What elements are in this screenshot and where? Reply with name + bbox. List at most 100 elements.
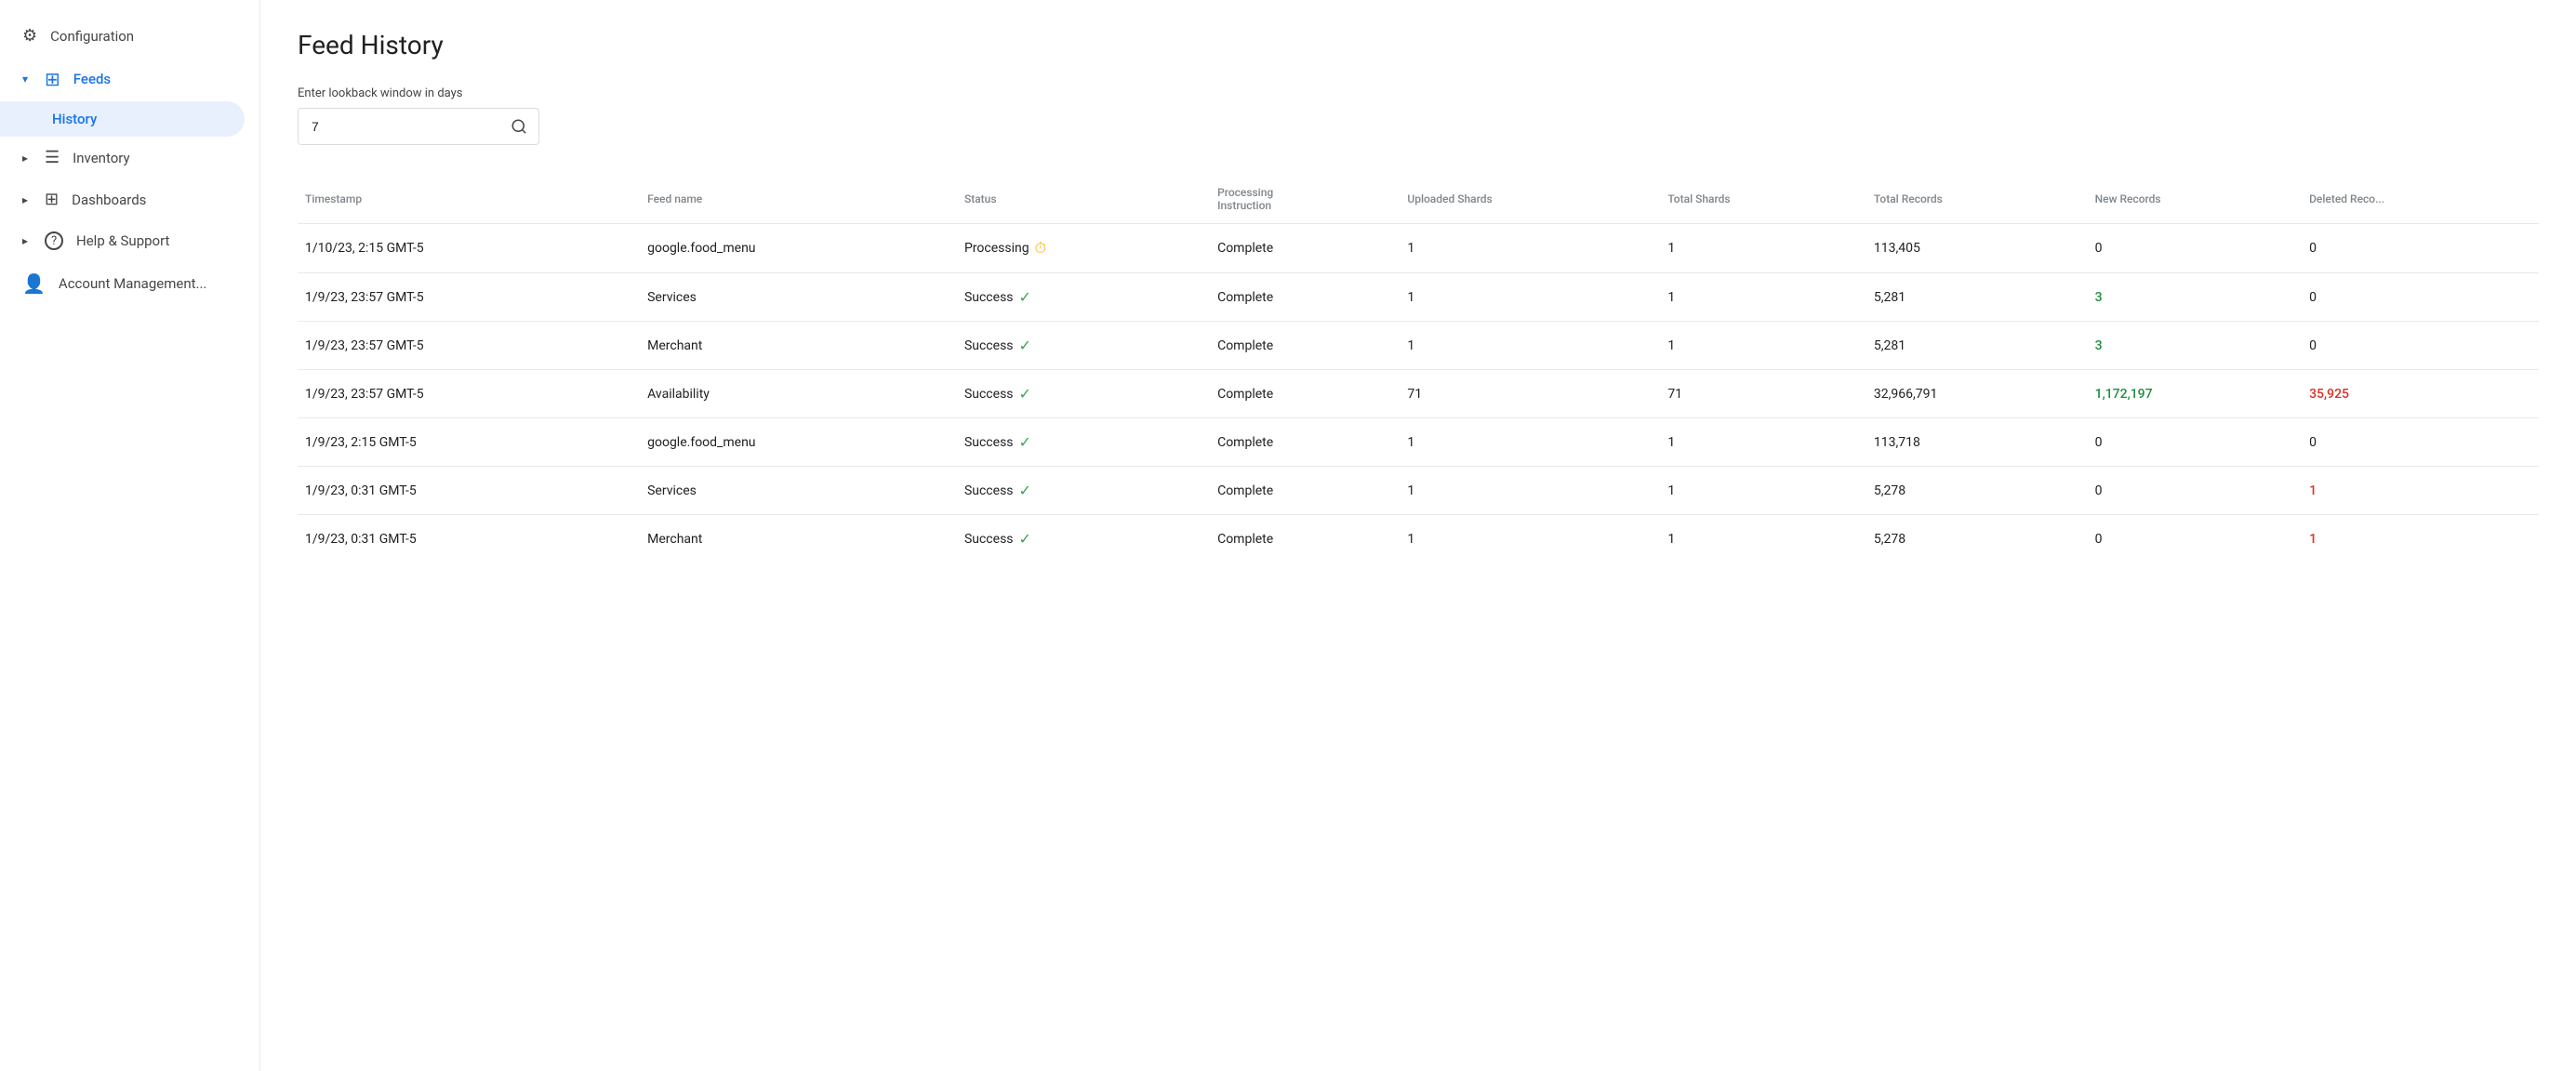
search-section: Enter lookback window in days	[298, 86, 2539, 145]
feed-history-table: Timestamp Feed name Status ProcessingIns…	[298, 175, 2539, 562]
status-text: Processing	[964, 241, 1029, 256]
cell-feed-name: Availability	[640, 370, 957, 418]
status-text: Success	[964, 387, 1014, 402]
chevron-down-icon: ▾	[22, 73, 28, 86]
table-header: Timestamp Feed name Status ProcessingIns…	[298, 175, 2539, 224]
sidebar-item-help-support-label: Help & Support	[76, 232, 169, 249]
sidebar: ⚙ Configuration ▾ ⊞ Feeds History ▸ ☰ In…	[0, 0, 260, 1071]
sidebar-item-history-label: History	[52, 111, 97, 127]
cell-feed-name: Merchant	[640, 515, 957, 563]
feeds-icon: ⊞	[45, 68, 60, 90]
inventory-icon: ☰	[45, 148, 60, 167]
cell-uploaded-shards: 1	[1400, 467, 1660, 515]
search-input[interactable]	[299, 110, 499, 143]
cell-deleted-records: 0	[2302, 418, 2539, 467]
cell-processing-instruction: Complete	[1210, 418, 1400, 467]
feed-history-table-wrapper: Timestamp Feed name Status ProcessingIns…	[298, 175, 2539, 562]
table-row: 1/9/23, 0:31 GMT-5Merchant Success ✓ Comple…	[298, 515, 2539, 563]
cell-new-records: 3	[2088, 273, 2302, 322]
search-box	[298, 108, 539, 145]
cell-total-shards: 1	[1660, 224, 1866, 273]
chevron-right-icon-2: ▸	[22, 193, 28, 206]
sidebar-item-configuration[interactable]: ⚙ Configuration	[0, 15, 259, 57]
cell-feed-name: Merchant	[640, 322, 957, 370]
chevron-right-icon: ▸	[22, 152, 28, 165]
sidebar-item-account-label: Account Management...	[59, 275, 206, 292]
sidebar-item-dashboards-label: Dashboards	[72, 192, 146, 208]
check-icon: ✓	[1019, 337, 1031, 354]
page-title: Feed History	[298, 30, 2539, 60]
table-row: 1/9/23, 23:57 GMT-5ServicesSuccess✓Compl…	[298, 273, 2539, 322]
sidebar-item-feeds[interactable]: ▾ ⊞ Feeds	[0, 57, 259, 101]
col-feed-name: Feed name	[640, 175, 957, 224]
sidebar-item-feeds-label: Feeds	[73, 71, 111, 87]
search-button[interactable]	[499, 109, 538, 144]
col-total-records: Total Records	[1866, 175, 2088, 224]
cell-processing-instruction: Complete	[1210, 370, 1400, 418]
col-deleted-records: Deleted Reco...	[2302, 175, 2539, 224]
cell-deleted-records: 0	[2302, 322, 2539, 370]
cell-processing-instruction: Complete	[1210, 515, 1400, 563]
cell-timestamp: 1/9/23, 2:15 GMT-5	[298, 418, 640, 467]
cell-status: Success ✓	[957, 515, 1210, 563]
cell-processing-instruction: Complete	[1210, 273, 1400, 322]
cell-total-records: 32,966,791	[1866, 370, 2088, 418]
cell-new-records: 0	[2088, 224, 2302, 273]
table-body: 1/10/23, 2:15 GMT-5google.food_menuProce…	[298, 224, 2539, 563]
cell-feed-name: google.food_menu	[640, 418, 957, 467]
cell-uploaded-shards: 1	[1400, 322, 1660, 370]
cell-status: Success✓	[957, 273, 1210, 322]
cell-total-records: 5,278	[1866, 515, 2088, 563]
check-icon: ✓	[1019, 482, 1031, 499]
cell-deleted-records: 35,925	[2302, 370, 2539, 418]
cell-uploaded-shards: 1	[1400, 515, 1660, 563]
sidebar-item-inventory[interactable]: ▸ ☰ Inventory	[0, 137, 259, 178]
cell-timestamp: 1/9/23, 23:57 GMT-5	[298, 322, 640, 370]
table-row: 1/9/23, 23:57 GMT-5AvailabilitySuccess✓C…	[298, 370, 2539, 418]
cell-deleted-records: 1	[2302, 467, 2539, 515]
cell-timestamp: 1/9/23, 23:57 GMT-5	[298, 370, 640, 418]
cell-total-shards: 1	[1660, 273, 1866, 322]
cell-feed-name: Services	[640, 273, 957, 322]
cell-processing-instruction: Complete	[1210, 322, 1400, 370]
chevron-right-icon-3: ▸	[22, 234, 28, 247]
cell-status: Processing⏱	[957, 224, 1210, 273]
cell-uploaded-shards: 1	[1400, 224, 1660, 273]
cell-deleted-records: 1	[2302, 515, 2539, 563]
cell-new-records: 3	[2088, 322, 2302, 370]
cell-uploaded-shards: 71	[1400, 370, 1660, 418]
status-text: Success	[964, 435, 1014, 450]
status-text: Success	[964, 483, 1014, 498]
sidebar-item-help-support[interactable]: ▸ ? Help & Support	[0, 220, 259, 261]
col-new-records: New Records	[2088, 175, 2302, 224]
sidebar-item-inventory-label: Inventory	[73, 150, 129, 166]
status-text: Success	[964, 338, 1014, 353]
sidebar-item-account[interactable]: 👤 Account Management...	[0, 261, 259, 306]
sidebar-item-history[interactable]: History	[0, 101, 245, 137]
cell-total-records: 113,718	[1866, 418, 2088, 467]
sidebar-item-dashboards[interactable]: ▸ ⊞ Dashboards	[0, 178, 259, 220]
cell-new-records: 0	[2088, 515, 2302, 563]
col-processing-instruction: ProcessingInstruction	[1210, 175, 1400, 224]
cell-total-records: 113,405	[1866, 224, 2088, 273]
cell-status: Success✓	[957, 418, 1210, 467]
cell-total-shards: 1	[1660, 467, 1866, 515]
dashboards-icon: ⊞	[45, 190, 59, 209]
check-icon: ✓	[1019, 530, 1031, 548]
cell-timestamp: 1/9/23, 0:31 GMT-5	[298, 515, 640, 563]
cell-status: Success ✓	[957, 322, 1210, 370]
main-content: Feed History Enter lookback window in da…	[260, 0, 2576, 1071]
table-row: 1/9/23, 2:15 GMT-5google.food_menuSucces…	[298, 418, 2539, 467]
cell-deleted-records: 0	[2302, 273, 2539, 322]
cell-uploaded-shards: 1	[1400, 273, 1660, 322]
sidebar-item-configuration-label: Configuration	[50, 28, 134, 45]
search-icon	[511, 118, 527, 135]
check-icon: ✓	[1019, 288, 1031, 306]
cell-feed-name: Services	[640, 467, 957, 515]
account-icon: 👤	[22, 272, 46, 295]
cell-processing-instruction: Complete	[1210, 224, 1400, 273]
status-text: Success	[964, 532, 1014, 547]
cell-timestamp: 1/9/23, 23:57 GMT-5	[298, 273, 640, 322]
cell-total-records: 5,281	[1866, 273, 2088, 322]
cell-feed-name: google.food_menu	[640, 224, 957, 273]
